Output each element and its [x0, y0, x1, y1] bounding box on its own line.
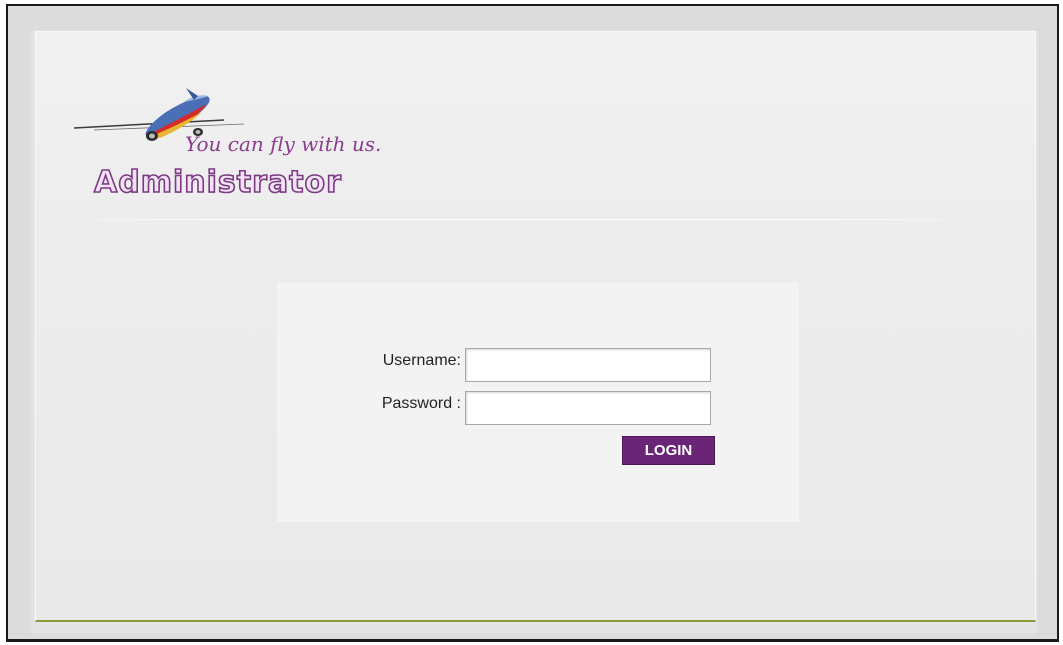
tagline: You can fly with us. [185, 132, 382, 156]
header-divider [46, 219, 995, 220]
username-input[interactable] [465, 348, 711, 382]
password-label: Password : [381, 395, 461, 412]
login-form: Username: Password : LOGIN [277, 282, 799, 522]
logo: You can fly with us. Administrator [74, 86, 394, 216]
login-button[interactable]: LOGIN [622, 436, 715, 465]
password-row: Password : [277, 391, 799, 427]
header: You can fly with us. Administrator [36, 32, 1035, 220]
password-input[interactable] [465, 391, 711, 425]
username-label: Username: [382, 352, 461, 369]
page-title: Administrator [93, 164, 342, 201]
username-row: Username: [277, 348, 799, 384]
